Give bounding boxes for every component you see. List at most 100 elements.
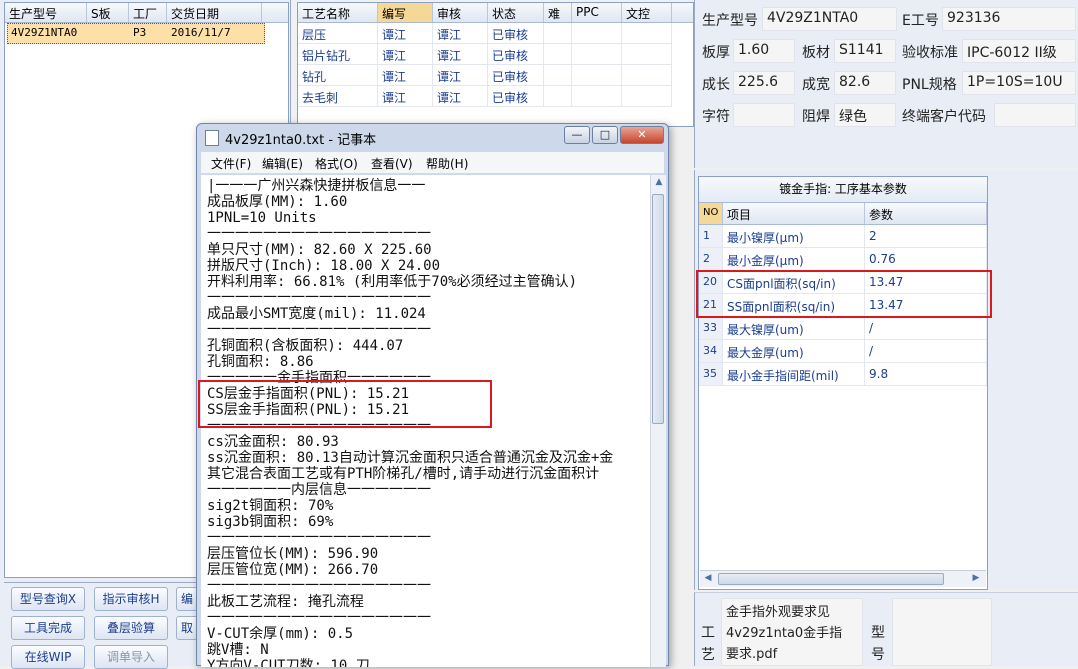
type-field[interactable]: [892, 598, 992, 666]
scroll-left-arrow-icon[interactable]: ◀: [700, 571, 716, 587]
material-field[interactable]: S1141: [834, 39, 896, 63]
cell-ppc: [572, 86, 622, 107]
col-header-difficulty[interactable]: 难: [544, 3, 572, 22]
params-grid-header: NO 项目 参数: [699, 203, 987, 225]
note-line: 要求.pdf: [726, 647, 778, 662]
standard-label: 验收标准: [902, 45, 958, 61]
scrollbar-thumb[interactable]: [718, 573, 944, 585]
cell-model: 4V29Z1NTA0: [11, 26, 78, 39]
mask-label: 阻焊: [802, 109, 830, 125]
col-header-status[interactable]: 状态: [488, 3, 544, 22]
thickness-field[interactable]: 1.60: [733, 39, 795, 63]
import-order-button[interactable]: 调单导入: [94, 645, 168, 669]
close-icon[interactable]: ✕: [620, 126, 664, 144]
table-row[interactable]: 铝片钻孔 谭江 谭江 已审核: [298, 44, 693, 65]
note-line: 4v29z1nta0金手指: [726, 626, 843, 641]
scrollbar-thumb[interactable]: [652, 194, 664, 424]
text-line: 一一一一一一一一一一一一一一一一: [207, 322, 431, 338]
fetch-button[interactable]: 取: [176, 616, 198, 640]
col-header-no[interactable]: NO: [699, 203, 723, 224]
edit-button[interactable]: 编: [176, 587, 198, 611]
cell-item: 最小金手指间距(mil): [723, 363, 865, 385]
table-row[interactable]: 4V29Z1NTA0 P3 2016/11/7: [7, 23, 265, 44]
menu-view[interactable]: 查看(V): [371, 155, 413, 172]
customer-field[interactable]: [994, 103, 1076, 127]
table-row[interactable]: 2 最小金厚(μm) 0.76: [699, 248, 987, 271]
char-label: 字符: [702, 109, 730, 125]
menu-format[interactable]: 格式(O): [315, 155, 358, 172]
table-row[interactable]: 34 最大金厚(um) /: [699, 340, 987, 363]
char-field[interactable]: [733, 103, 795, 127]
craft-note-field[interactable]: 金手指外观要求见 4v29z1nta0金手指 要求.pdf: [721, 598, 863, 666]
col-header-factory[interactable]: 工厂: [129, 3, 167, 22]
cell-no: 35: [699, 363, 723, 385]
stack-check-button[interactable]: 叠层验算: [94, 616, 168, 640]
cell-ppc: [572, 23, 622, 44]
cell-process-name: 层压: [298, 23, 378, 44]
mask-field[interactable]: 绿色: [834, 103, 896, 127]
cell-sboard: [87, 23, 129, 44]
col-header-model[interactable]: 生产型号: [5, 3, 87, 22]
table-row[interactable]: 35 最小金手指间距(mil) 9.8: [699, 363, 987, 386]
col-header-date[interactable]: 交货日期: [167, 3, 262, 22]
col-header-process-name[interactable]: 工艺名称: [298, 3, 378, 22]
cell-reviewer: 谭江: [433, 44, 488, 65]
minimize-icon[interactable]: —: [564, 126, 590, 144]
table-row[interactable]: 钻孔 谭江 谭江 已审核: [298, 65, 693, 86]
text-line: 拼版尺寸(Inch): 18.00 X 24.00: [207, 258, 441, 274]
col-header-doc-control[interactable]: 文控: [622, 3, 672, 22]
text-line: 孔铜面积: 8.86: [207, 354, 314, 370]
text-line: 一一一一一一一一一一一一一一一一: [207, 578, 431, 594]
text-line: cs沉金面积: 80.93: [207, 434, 339, 450]
cell-doc-control: [622, 44, 672, 65]
menu-file[interactable]: 文件(F): [211, 155, 251, 172]
cell-factory: P3: [133, 26, 147, 39]
cell-ppc: [572, 65, 622, 86]
cell-status: 已审核: [488, 65, 544, 86]
cell-item: 最小镍厚(μm): [723, 225, 865, 247]
col-header-item[interactable]: 项目: [723, 203, 865, 224]
note-line: 金手指外观要求见: [726, 605, 831, 620]
text-line: 成品最小SMT宽度(mil): 11.024: [207, 306, 426, 322]
table-row[interactable]: 去毛刺 谭江 谭江 已审核: [298, 86, 693, 107]
cell-value: /: [865, 340, 987, 362]
model-query-button[interactable]: 型号查询X: [11, 587, 85, 611]
tool-done-button[interactable]: 工具完成: [11, 616, 85, 640]
text-line: 成品板厚(MM): 1.60: [207, 194, 348, 210]
model-field[interactable]: 4V29Z1NTA0: [762, 7, 897, 31]
col-header-sboard[interactable]: S板: [87, 3, 129, 22]
cell-process-name: 去毛刺: [298, 86, 378, 107]
indicator-review-button[interactable]: 指示审核H: [94, 587, 168, 611]
cell-writer: 谭江: [378, 65, 433, 86]
emp-field[interactable]: 923136: [942, 7, 1076, 31]
col-header-ppc[interactable]: PPC: [572, 3, 622, 22]
col-header-reviewer[interactable]: 审核: [433, 3, 488, 22]
cell-status: 已审核: [488, 44, 544, 65]
text-line: 一一一一一一内层信息一一一一一一: [207, 482, 431, 498]
online-wip-button[interactable]: 在线WIP: [11, 645, 85, 669]
scroll-up-arrow-icon[interactable]: ▲: [651, 175, 667, 191]
text-line: 其它混合表面工艺或有PTH阶梯孔/槽时,请手动进行沉金面积计: [207, 466, 600, 482]
table-row[interactable]: 层压 谭江 谭江 已审核: [298, 23, 693, 44]
params-horizontal-scrollbar[interactable]: ◀ ▶: [700, 570, 986, 587]
col-header-writer[interactable]: 编写: [378, 3, 433, 22]
menu-edit[interactable]: 编辑(E): [262, 155, 303, 172]
type-label: 型号: [871, 625, 885, 663]
standard-field[interactable]: IPC-6012 II级: [962, 39, 1076, 63]
table-row[interactable]: 1 最小镍厚(μm) 2: [699, 225, 987, 248]
cell-no: 2: [699, 248, 723, 270]
scroll-right-arrow-icon[interactable]: ▶: [968, 571, 984, 587]
cell-process-name: 钻孔: [298, 65, 378, 86]
cell-value: 9.8: [865, 363, 987, 385]
text-line: 一一一一一一一一一一一一一一一一: [207, 610, 431, 626]
process-grid[interactable]: 工艺名称 编写 审核 状态 难 PPC 文控 层压 谭江 谭江 已审核 铝片钻孔…: [297, 2, 694, 127]
table-row[interactable]: 33 最大镍厚(um) /: [699, 317, 987, 340]
cell-value: 2: [865, 225, 987, 247]
maximize-icon[interactable]: □: [592, 126, 618, 144]
col-header-value[interactable]: 参数: [865, 203, 987, 224]
pnl-field[interactable]: 1P=10S=10U: [962, 71, 1076, 95]
length-field[interactable]: 225.6: [733, 71, 795, 95]
width-field[interactable]: 82.6: [834, 71, 896, 95]
menu-help[interactable]: 帮助(H): [426, 155, 468, 172]
params-grid[interactable]: 镀金手指: 工序基本参数 NO 项目 参数 1 最小镍厚(μm) 2 2 最小金…: [698, 176, 988, 590]
